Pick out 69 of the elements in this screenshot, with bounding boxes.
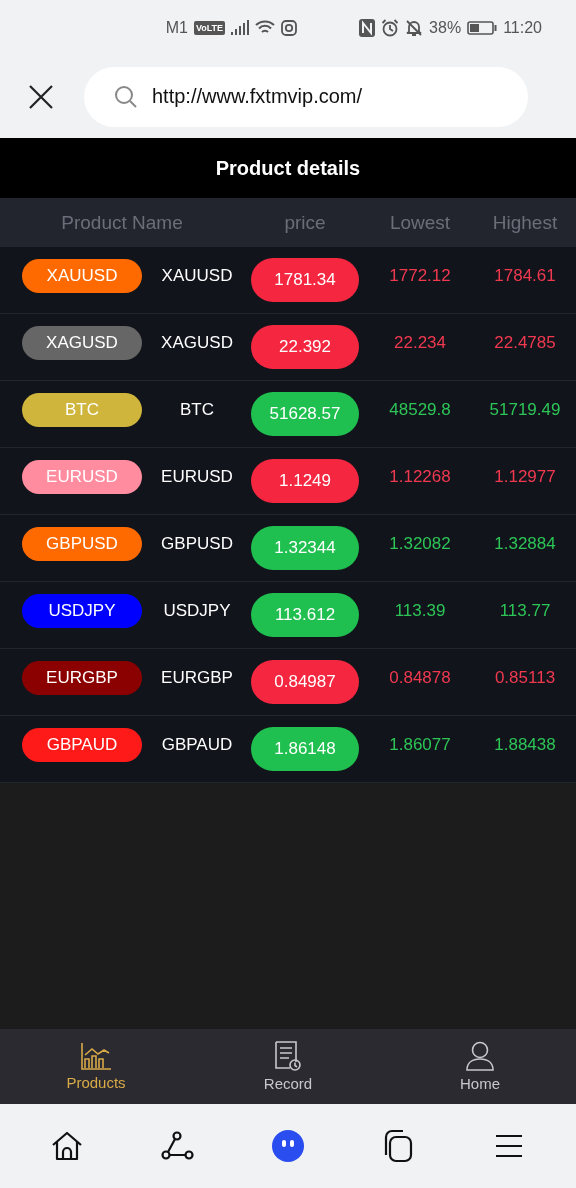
page-title: Product details: [0, 138, 576, 198]
volte-badge: VoLTE: [193, 20, 226, 35]
assistant-icon[interactable]: [270, 1129, 305, 1163]
highest-price: 51719.49: [489, 400, 561, 420]
clock-time: 11:20: [503, 18, 542, 37]
symbol-tag: GBPUSD: [22, 527, 142, 561]
share-icon[interactable]: [160, 1131, 195, 1161]
lowest-price: 1.86077: [389, 735, 451, 755]
highest-price: 1784.61: [494, 266, 556, 286]
home-icon[interactable]: [51, 1130, 84, 1162]
product-name: XAGUSD: [161, 333, 233, 353]
carrier-label: M1: [165, 18, 188, 37]
highest-price: 1.32884: [494, 534, 556, 554]
product-name: EURGBP: [161, 668, 233, 688]
signal-icon: [231, 19, 250, 36]
price-pill[interactable]: 1.86148: [251, 727, 359, 771]
product-name: GBPAUD: [161, 735, 233, 755]
lowest-price: 1.12268: [389, 467, 451, 487]
highest-price: 22.4785: [494, 333, 556, 353]
symbol-tag: XAUUSD: [22, 259, 142, 293]
camera-icon: [281, 19, 298, 36]
person-icon: [465, 1041, 495, 1071]
tabs-icon[interactable]: [382, 1129, 415, 1163]
product-name: USDJPY: [163, 601, 231, 621]
price-pill[interactable]: 1.32344: [251, 526, 359, 570]
product-name: EURUSD: [161, 467, 233, 487]
symbol-tag: XAGUSD: [22, 326, 142, 360]
highest-price: 113.77: [499, 601, 551, 621]
price-pill[interactable]: 1.1249: [251, 459, 359, 503]
column-header: Product Name: [60, 211, 184, 234]
price-pill[interactable]: 22.392: [251, 325, 359, 369]
price-pill[interactable]: 0.84987: [251, 660, 359, 704]
lowest-price: 1.32082: [389, 534, 451, 554]
tab-item[interactable]: Home: [384, 1029, 576, 1104]
column-header: price: [283, 211, 327, 234]
highest-price: 1.88438: [494, 735, 556, 755]
price-pill[interactable]: 1781.34: [251, 258, 359, 302]
symbol-tag: EURUSD: [22, 460, 142, 494]
product-name: BTC: [180, 400, 214, 420]
lowest-price: 0.84878: [389, 668, 451, 688]
lowest-price: 48529.8: [389, 400, 451, 420]
tab-item[interactable]: Products: [0, 1029, 192, 1104]
product-name: GBPUSD: [161, 534, 233, 554]
chart-icon: [80, 1042, 112, 1070]
nfc-icon: [359, 18, 376, 37]
lowest-price: 113.39: [394, 601, 446, 621]
alarm-icon: [381, 18, 400, 37]
battery-percent: 38%: [429, 18, 462, 37]
product-name: XAUUSD: [161, 266, 233, 286]
lowest-price: 22.234: [394, 333, 446, 353]
bell-off-icon: [405, 18, 424, 37]
url-field[interactable]: http://www.fxtmvip.com/: [84, 66, 528, 127]
symbol-tag: GBPAUD: [22, 728, 142, 762]
menu-icon[interactable]: [493, 1133, 524, 1159]
close-icon[interactable]: [28, 83, 54, 110]
lowest-price: 1772.12: [389, 266, 451, 286]
symbol-tag: BTC: [22, 393, 142, 427]
highest-price: 1.12977: [494, 467, 556, 487]
column-header: Lowest: [388, 211, 452, 234]
highest-price: 0.85113: [494, 668, 556, 688]
price-pill[interactable]: 51628.57: [251, 392, 359, 436]
battery-icon: [467, 20, 498, 35]
search-icon: [114, 84, 138, 109]
price-pill[interactable]: 113.612: [251, 593, 359, 637]
tab-item[interactable]: Record: [192, 1029, 384, 1104]
symbol-tag: USDJPY: [22, 594, 142, 628]
document-clock-icon: [274, 1041, 302, 1071]
symbol-tag: EURGBP: [22, 661, 142, 695]
column-header: Highest: [491, 211, 559, 234]
